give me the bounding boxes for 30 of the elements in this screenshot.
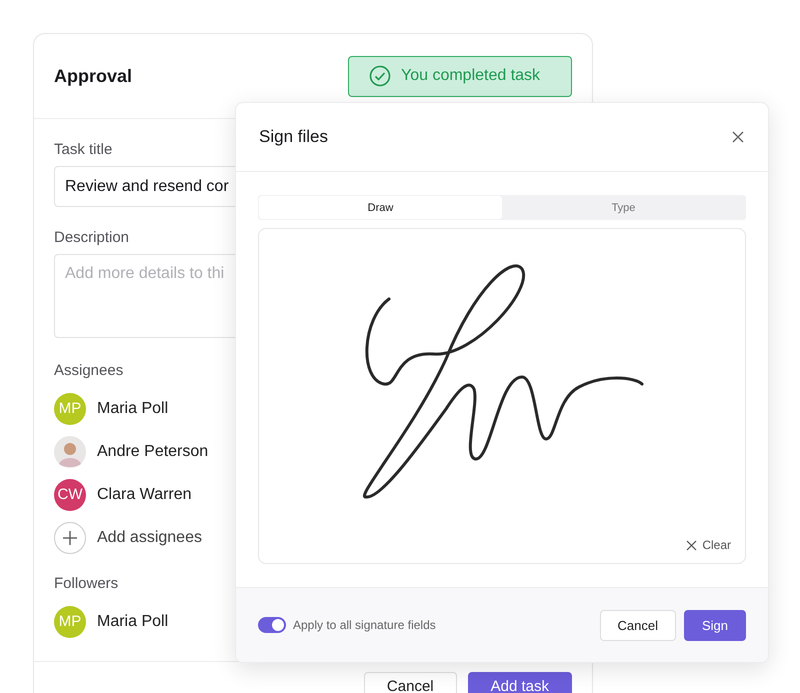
- close-button[interactable]: [731, 130, 745, 144]
- field-label: Task title: [54, 141, 112, 158]
- tab[interactable]: Draw: [259, 196, 502, 219]
- avatar: CW: [54, 478, 86, 510]
- cancel-button[interactable]: Cancel: [364, 672, 457, 693]
- field-label: Description: [54, 229, 130, 246]
- tab[interactable]: Type: [502, 196, 745, 219]
- add-assignees-label[interactable]: Add assignees: [97, 528, 202, 546]
- avatar: MP: [54, 606, 86, 638]
- person-name: Andre Peterson: [97, 442, 208, 460]
- person-name: Maria Poll: [97, 400, 168, 418]
- badge-text: You completed task: [401, 67, 540, 85]
- card-title: Approval: [54, 66, 132, 86]
- sign-button[interactable]: Sign: [684, 610, 746, 640]
- add-task-button[interactable]: Add task: [468, 672, 572, 693]
- toggle-label: Apply to all signature fields: [293, 618, 436, 632]
- avatar: MP: [54, 392, 86, 424]
- section-label: Followers: [54, 575, 118, 592]
- clear-button[interactable]: Clear: [686, 538, 731, 552]
- plus-icon: [63, 530, 77, 544]
- signature-pad[interactable]: Clear: [258, 228, 746, 564]
- section-label: Assignees: [54, 362, 124, 379]
- check-circle-icon: [369, 65, 391, 87]
- person-name: Maria Poll: [97, 612, 168, 630]
- dialog-title: Sign files: [259, 127, 328, 147]
- toggle-switch[interactable]: [258, 617, 286, 633]
- add-assignee-button[interactable]: [54, 522, 86, 554]
- person-name: Clara Warren: [97, 486, 192, 504]
- close-icon: [686, 540, 698, 550]
- cancel-button[interactable]: Cancel: [600, 610, 676, 640]
